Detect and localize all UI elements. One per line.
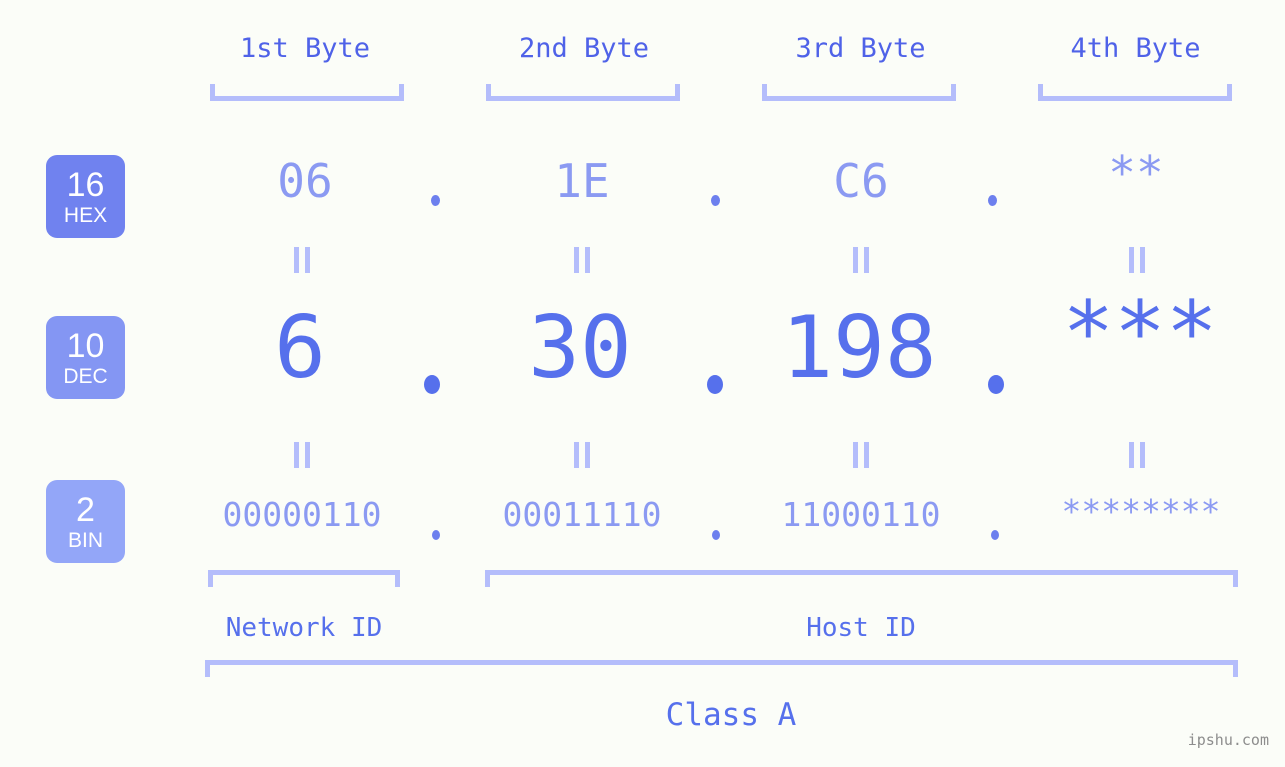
base-badge-bin-number: 2	[76, 490, 95, 529]
bin-byte-1: 00000110	[222, 495, 382, 534]
equals-connector-dec-bin-1	[294, 442, 310, 468]
base-badge-bin: 2 BIN	[46, 480, 125, 563]
ip-breakdown-diagram: 1st Byte 2nd Byte 3rd Byte 4th Byte 16 H…	[0, 0, 1285, 767]
network-id-label: Network ID	[225, 613, 383, 643]
watermark: ipshu.com	[1187, 731, 1269, 749]
dec-byte-2: 30	[528, 298, 632, 398]
byte-bracket-4	[1038, 84, 1232, 101]
dec-byte-4: ***	[1062, 283, 1218, 383]
equals-connector-hex-dec-4	[1129, 247, 1145, 273]
host-id-label: Host ID	[806, 613, 916, 643]
hex-byte-1: 06	[277, 154, 333, 208]
bin-byte-3: 11000110	[781, 495, 941, 534]
host-id-bracket	[485, 570, 1238, 587]
equals-connector-dec-bin-2	[574, 442, 590, 468]
hex-byte-2: 1E	[554, 154, 610, 208]
dec-separator-3	[988, 375, 1004, 394]
equals-connector-hex-dec-2	[574, 247, 590, 273]
hex-byte-3: C6	[833, 154, 889, 208]
byte-bracket-2	[486, 84, 680, 101]
byte-header-1: 1st Byte	[239, 33, 371, 64]
network-id-bracket	[208, 570, 400, 587]
base-badge-bin-name: BIN	[67, 528, 103, 552]
bin-separator-1	[432, 530, 440, 540]
class-bracket	[205, 660, 1238, 677]
byte-bracket-1	[210, 84, 404, 101]
base-badge-dec-name: DEC	[63, 364, 108, 388]
base-badge-hex-name: HEX	[63, 203, 108, 227]
dec-separator-2	[707, 375, 723, 394]
bin-separator-2	[712, 530, 720, 540]
byte-header-2: 2nd Byte	[518, 33, 650, 64]
dec-separator-1	[424, 375, 440, 394]
bin-byte-4: ********	[1061, 492, 1221, 531]
bin-separator-3	[991, 530, 999, 540]
base-badge-hex-number: 16	[66, 165, 105, 204]
equals-connector-dec-bin-3	[853, 442, 869, 468]
base-badge-hex: 16 HEX	[46, 155, 125, 238]
dec-byte-1: 6	[274, 298, 326, 398]
equals-connector-hex-dec-3	[853, 247, 869, 273]
base-badge-dec-number: 10	[66, 326, 105, 365]
byte-header-3: 3rd Byte	[795, 33, 926, 64]
base-badge-dec: 10 DEC	[46, 316, 125, 399]
hex-separator-2	[711, 195, 720, 206]
dec-byte-3: 198	[781, 298, 937, 398]
class-label: Class A	[665, 697, 797, 733]
hex-separator-3	[988, 195, 997, 206]
byte-bracket-3	[762, 84, 956, 101]
hex-separator-1	[431, 195, 440, 206]
bin-byte-2: 00011110	[502, 495, 662, 534]
equals-connector-dec-bin-4	[1129, 442, 1145, 468]
byte-header-4: 4th Byte	[1070, 33, 1201, 64]
equals-connector-hex-dec-1	[294, 247, 310, 273]
hex-byte-4: **	[1108, 146, 1164, 200]
